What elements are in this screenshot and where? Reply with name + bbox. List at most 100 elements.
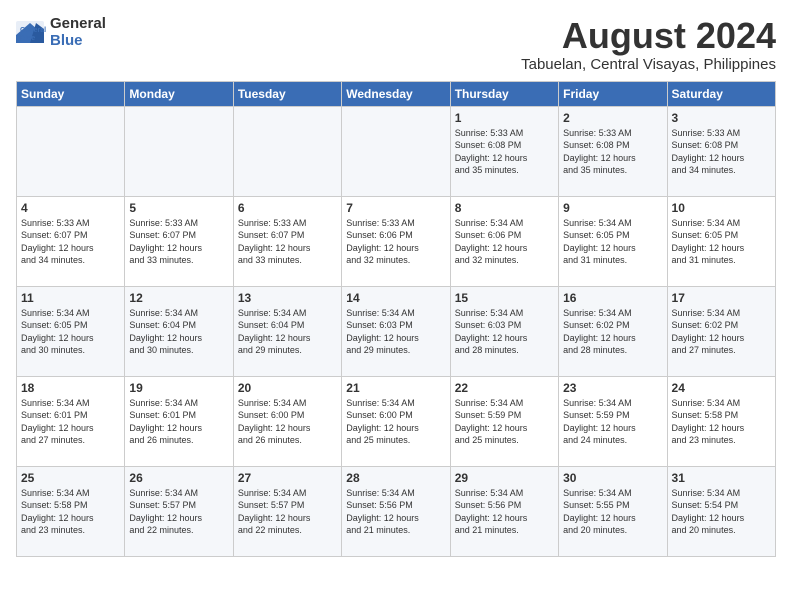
logo: General Blue General Blue <box>16 16 106 49</box>
calendar-cell: 24 Sunrise: 5:34 AM Sunset: 5:58 PM Dayli… <box>667 376 775 466</box>
calendar-cell: 4Sunrise: 5:33 AM Sunset: 6:07 PM Daylig… <box>17 196 125 286</box>
location-subtitle: Tabuelan, Central Visayas, Philippines <box>521 56 776 73</box>
day-info: Sunrise: 5:34 AM Sunset: 6:00 PM Dayligh… <box>238 397 337 447</box>
day-header-tuesday: Tuesday <box>233 81 341 106</box>
day-info: Sunrise: 5:33 AM Sunset: 6:07 PM Dayligh… <box>129 217 228 267</box>
day-info: Sunrise: 5:34 AM Sunset: 6:00 PM Dayligh… <box>346 397 445 447</box>
calendar-cell: 8 Sunrise: 5:34 AM Sunset: 6:06 PM Daylig… <box>450 196 558 286</box>
day-info: Sunrise: 5:34 AM Sunset: 5:59 PM Dayligh… <box>455 397 554 447</box>
calendar-cell: 29 Sunrise: 5:34 AM Sunset: 5:56 PM Dayli… <box>450 466 558 556</box>
calendar-cell: 21 Sunrise: 5:34 AM Sunset: 6:00 PM Dayli… <box>342 376 450 466</box>
day-number: 8 <box>455 201 554 215</box>
calendar-cell: 30 Sunrise: 5:34 AM Sunset: 5:55 PM Dayli… <box>559 466 667 556</box>
calendar-cell: 26 Sunrise: 5:34 AM Sunset: 5:57 PM Dayli… <box>125 466 233 556</box>
day-info: Sunrise: 5:34 AM Sunset: 6:03 PM Dayligh… <box>346 307 445 357</box>
day-header-monday: Monday <box>125 81 233 106</box>
calendar-cell: 15 Sunrise: 5:34 AM Sunset: 6:03 PM Dayli… <box>450 286 558 376</box>
day-info: Sunrise: 5:33 AM Sunset: 6:07 PM Dayligh… <box>21 217 120 267</box>
calendar-cell: 11 Sunrise: 5:34 AM Sunset: 6:05 PM Dayli… <box>17 286 125 376</box>
page-header: General Blue General Blue August 2024 Ta… <box>16 16 776 73</box>
calendar-cell: 5Sunrise: 5:33 AM Sunset: 6:07 PM Daylig… <box>125 196 233 286</box>
day-header-sunday: Sunday <box>17 81 125 106</box>
day-number: 1 <box>455 111 554 125</box>
day-number: 19 <box>129 381 228 395</box>
calendar-cell <box>17 106 125 196</box>
day-number: 23 <box>563 381 662 395</box>
day-number: 2 <box>563 111 662 125</box>
calendar-cell: 27Sunrise: 5:34 AM Sunset: 5:57 PM Dayli… <box>233 466 341 556</box>
calendar-cell: 19 Sunrise: 5:34 AM Sunset: 6:01 PM Dayli… <box>125 376 233 466</box>
day-info: Sunrise: 5:34 AM Sunset: 6:04 PM Dayligh… <box>129 307 228 357</box>
day-number: 6 <box>238 201 337 215</box>
svg-text:Blue: Blue <box>20 35 35 42</box>
calendar-cell: 3 Sunrise: 5:33 AM Sunset: 6:08 PM Daylig… <box>667 106 775 196</box>
day-info: Sunrise: 5:34 AM Sunset: 5:58 PM Dayligh… <box>21 487 120 537</box>
calendar-cell: 1 Sunrise: 5:33 AM Sunset: 6:08 PM Daylig… <box>450 106 558 196</box>
calendar-cell: 13 Sunrise: 5:34 AM Sunset: 6:04 PM Dayli… <box>233 286 341 376</box>
day-number: 30 <box>563 471 662 485</box>
day-info: Sunrise: 5:34 AM Sunset: 5:57 PM Dayligh… <box>129 487 228 537</box>
calendar-table: SundayMondayTuesdayWednesdayThursdayFrid… <box>16 81 776 557</box>
day-info: Sunrise: 5:34 AM Sunset: 5:54 PM Dayligh… <box>672 487 771 537</box>
day-info: Sunrise: 5:33 AM Sunset: 6:08 PM Dayligh… <box>455 127 554 177</box>
day-number: 14 <box>346 291 445 305</box>
svg-text:General: General <box>20 27 46 34</box>
day-number: 20 <box>238 381 337 395</box>
day-info: Sunrise: 5:34 AM Sunset: 6:02 PM Dayligh… <box>672 307 771 357</box>
day-number: 26 <box>129 471 228 485</box>
day-info: Sunrise: 5:34 AM Sunset: 5:55 PM Dayligh… <box>563 487 662 537</box>
calendar-cell: 20 Sunrise: 5:34 AM Sunset: 6:00 PM Dayli… <box>233 376 341 466</box>
day-number: 13 <box>238 291 337 305</box>
calendar-cell <box>125 106 233 196</box>
day-number: 15 <box>455 291 554 305</box>
day-info: Sunrise: 5:34 AM Sunset: 6:01 PM Dayligh… <box>129 397 228 447</box>
day-info: Sunrise: 5:34 AM Sunset: 5:56 PM Dayligh… <box>455 487 554 537</box>
day-info: Sunrise: 5:34 AM Sunset: 6:05 PM Dayligh… <box>21 307 120 357</box>
day-info: Sunrise: 5:34 AM Sunset: 5:57 PM Dayligh… <box>238 487 337 537</box>
day-number: 3 <box>672 111 771 125</box>
day-number: 25 <box>21 471 120 485</box>
day-header-saturday: Saturday <box>667 81 775 106</box>
calendar-cell: 22Sunrise: 5:34 AM Sunset: 5:59 PM Dayli… <box>450 376 558 466</box>
day-header-thursday: Thursday <box>450 81 558 106</box>
calendar-cell: 14 Sunrise: 5:34 AM Sunset: 6:03 PM Dayli… <box>342 286 450 376</box>
day-info: Sunrise: 5:34 AM Sunset: 5:59 PM Dayligh… <box>563 397 662 447</box>
day-number: 21 <box>346 381 445 395</box>
calendar-cell: 31 Sunrise: 5:34 AM Sunset: 5:54 PM Dayli… <box>667 466 775 556</box>
day-number: 7 <box>346 201 445 215</box>
day-info: Sunrise: 5:34 AM Sunset: 5:58 PM Dayligh… <box>672 397 771 447</box>
day-info: Sunrise: 5:33 AM Sunset: 6:08 PM Dayligh… <box>672 127 771 177</box>
day-info: Sunrise: 5:34 AM Sunset: 6:06 PM Dayligh… <box>455 217 554 267</box>
day-header-wednesday: Wednesday <box>342 81 450 106</box>
day-number: 9 <box>563 201 662 215</box>
logo-icon: General Blue <box>16 21 46 45</box>
day-number: 11 <box>21 291 120 305</box>
calendar-cell: 6 Sunrise: 5:33 AM Sunset: 6:07 PM Daylig… <box>233 196 341 286</box>
title-block: August 2024 Tabuelan, Central Visayas, P… <box>521 16 776 73</box>
calendar-cell: 7 Sunrise: 5:33 AM Sunset: 6:06 PM Daylig… <box>342 196 450 286</box>
day-info: Sunrise: 5:33 AM Sunset: 6:06 PM Dayligh… <box>346 217 445 267</box>
calendar-cell: 25 Sunrise: 5:34 AM Sunset: 5:58 PM Dayli… <box>17 466 125 556</box>
day-info: Sunrise: 5:34 AM Sunset: 6:01 PM Dayligh… <box>21 397 120 447</box>
logo-line2: Blue <box>50 33 106 50</box>
calendar-cell: 17 Sunrise: 5:34 AM Sunset: 6:02 PM Dayli… <box>667 286 775 376</box>
day-info: Sunrise: 5:34 AM Sunset: 6:04 PM Dayligh… <box>238 307 337 357</box>
calendar-cell: 28Sunrise: 5:34 AM Sunset: 5:56 PM Dayli… <box>342 466 450 556</box>
day-info: Sunrise: 5:34 AM Sunset: 6:03 PM Dayligh… <box>455 307 554 357</box>
calendar-cell: 12 Sunrise: 5:34 AM Sunset: 6:04 PM Dayli… <box>125 286 233 376</box>
calendar-cell: 2Sunrise: 5:33 AM Sunset: 6:08 PM Daylig… <box>559 106 667 196</box>
day-info: Sunrise: 5:33 AM Sunset: 6:07 PM Dayligh… <box>238 217 337 267</box>
day-number: 17 <box>672 291 771 305</box>
day-number: 31 <box>672 471 771 485</box>
calendar-cell: 9 Sunrise: 5:34 AM Sunset: 6:05 PM Daylig… <box>559 196 667 286</box>
day-number: 24 <box>672 381 771 395</box>
day-number: 16 <box>563 291 662 305</box>
day-number: 28 <box>346 471 445 485</box>
day-info: Sunrise: 5:34 AM Sunset: 6:02 PM Dayligh… <box>563 307 662 357</box>
logo-line1: General <box>50 16 106 33</box>
day-number: 12 <box>129 291 228 305</box>
day-number: 29 <box>455 471 554 485</box>
day-info: Sunrise: 5:34 AM Sunset: 6:05 PM Dayligh… <box>563 217 662 267</box>
calendar-cell: 10Sunrise: 5:34 AM Sunset: 6:05 PM Dayli… <box>667 196 775 286</box>
month-year-title: August 2024 <box>521 16 776 56</box>
